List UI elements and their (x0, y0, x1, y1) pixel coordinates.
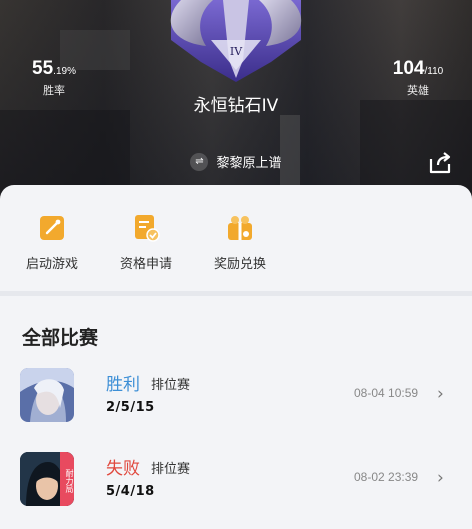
season-selector[interactable]: ⇌ 黎黎原上谱 (0, 152, 472, 171)
hero-count-stat: 104/110 英雄 (386, 58, 450, 98)
quick-actions: 启动游戏 资格申请 奖励兑换 (0, 185, 472, 291)
win-rate-stat: 55.19% 胜率 (22, 58, 86, 98)
match-kda: 2/5/15 (106, 400, 155, 415)
win-rate-value: 55.19% (32, 58, 76, 79)
season-label: 黎黎原上谱 (216, 156, 282, 171)
match-mode: 排位赛 (151, 378, 191, 393)
hero-count-value: 104/110 (392, 58, 444, 79)
match-kda: 5/4/18 (106, 484, 155, 499)
chevron-right-icon: › (437, 468, 444, 488)
launch-game-button[interactable]: 启动游戏 (12, 185, 92, 291)
launch-game-label: 启动游戏 (25, 257, 78, 272)
hero-avatar: 耐力局 (20, 452, 74, 506)
rank-badge-numeral: IV (230, 45, 243, 58)
match-row[interactable]: 胜利 排位赛 2/5/15 08-04 10:59 › (0, 368, 472, 428)
match-row[interactable]: 耐力局 失败 排位赛 5/4/18 08-02 23:39 › (0, 452, 472, 512)
share-icon[interactable] (427, 151, 453, 175)
chevron-right-icon: › (437, 384, 444, 404)
rank-name: 永恒钻石IV (193, 96, 279, 116)
section-divider (0, 291, 472, 296)
match-mode: 排位赛 (151, 462, 191, 477)
match-result: 胜利 (106, 375, 140, 395)
content-sheet: 启动游戏 资格申请 奖励兑换 全部比赛 胜利 排位赛 2/5/15 08-04 … (0, 185, 472, 529)
section-title: 全部比赛 (22, 327, 99, 349)
avatar-tag: 耐力局 (60, 452, 74, 506)
reward-exchange-label: 奖励兑换 (213, 257, 266, 272)
match-result: 失败 (106, 459, 140, 479)
rank-badge-icon: IV (170, 0, 302, 82)
apply-label: 资格申请 (119, 257, 172, 272)
apply-button[interactable]: 资格申请 (106, 185, 186, 291)
reward-exchange-button[interactable]: 奖励兑换 (200, 185, 280, 291)
match-time: 08-02 23:39 (354, 470, 419, 484)
apply-icon (135, 215, 160, 242)
hero-avatar (20, 368, 74, 422)
launch-game-icon (40, 216, 64, 240)
gift-icon (228, 216, 252, 240)
swap-icon: ⇌ (190, 152, 209, 171)
win-rate-label: 胜率 (43, 84, 65, 97)
profile-hero: IV 55.19% 胜率 104/110 英雄 永恒钻石IV ⇌ 黎黎原上谱 (0, 0, 472, 200)
match-time: 08-04 10:59 (354, 386, 419, 400)
hero-count-label: 英雄 (407, 84, 429, 97)
